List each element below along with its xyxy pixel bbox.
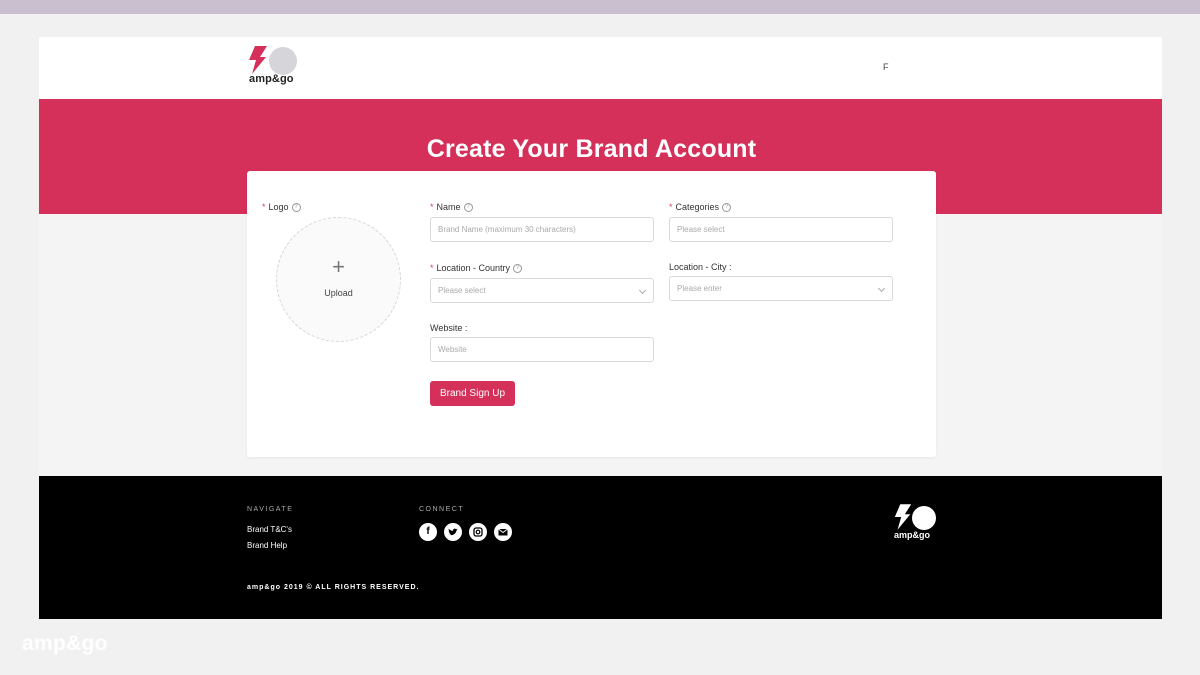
website-placeholder: Website: [438, 345, 467, 354]
country-label-text: Location - Country: [436, 263, 511, 273]
categories-select[interactable]: Please select: [669, 217, 893, 242]
required-marker: *: [430, 263, 434, 273]
brand-sign-up-button[interactable]: Brand Sign Up: [430, 381, 515, 406]
instagram-icon[interactable]: [469, 523, 487, 541]
twitter-glyph: [448, 528, 458, 536]
city-select[interactable]: Please enter: [669, 276, 893, 301]
required-marker: *: [430, 202, 434, 212]
categories-label-text: Categories: [675, 202, 720, 212]
signup-form-card: * Logo? + Upload * Name? Brand Name (maxim…: [247, 171, 936, 457]
facebook-icon[interactable]: f: [419, 523, 437, 541]
logo-label-text: Logo: [268, 202, 289, 212]
site-footer: NAVIGATE Brand T&C's Brand Help CONNECT …: [39, 476, 1162, 619]
site-header: amp&go F: [39, 37, 1162, 99]
categories-placeholder: Please select: [677, 225, 725, 234]
name-label-text: Name: [436, 202, 461, 212]
top-strip: [0, 0, 1200, 14]
email-glyph: [498, 528, 508, 536]
lightning-bolt-icon: [894, 504, 912, 530]
website-label: Website :: [430, 323, 468, 333]
logo-circle: [912, 506, 936, 530]
logo-label: * Logo?: [262, 202, 301, 213]
categories-label: * Categories?: [669, 202, 732, 213]
city-label: Location - City :: [669, 262, 732, 272]
logo-upload[interactable]: + Upload: [276, 217, 401, 342]
help-icon[interactable]: ?: [722, 203, 732, 213]
logo-circle: [269, 47, 297, 75]
country-select[interactable]: Please select: [430, 278, 654, 303]
brand-name-placeholder: Brand Name (maximum 30 characters): [438, 225, 576, 234]
brand-name-input[interactable]: Brand Name (maximum 30 characters): [430, 217, 654, 242]
help-icon[interactable]: ?: [513, 264, 523, 274]
chevron-down-icon: [877, 284, 886, 293]
page-title: Create Your Brand Account: [426, 135, 757, 163]
connect-heading: CONNECT: [419, 506, 465, 513]
required-marker: *: [669, 202, 673, 212]
chevron-down-icon: [638, 286, 647, 295]
amp-go-watermark: amp&go: [22, 632, 108, 655]
footer-logo-wordmark: amp&go: [894, 530, 930, 540]
city-placeholder: Please enter: [677, 284, 722, 293]
logo-wordmark: amp&go: [249, 73, 294, 85]
copyright: amp&go 2019 © ALL RIGHTS RESERVED.: [247, 584, 420, 591]
instagram-glyph: [473, 527, 483, 537]
required-marker: *: [262, 202, 266, 212]
website-input[interactable]: Website: [430, 337, 654, 362]
footer-link-brand-help[interactable]: Brand Help: [247, 541, 287, 550]
name-label: * Name?: [430, 202, 473, 213]
country-label: * Location - Country?: [430, 263, 523, 274]
navigate-heading: NAVIGATE: [247, 506, 294, 513]
lightning-bolt-icon: [249, 46, 267, 74]
footer-logo[interactable]: amp&go: [891, 504, 941, 542]
plus-icon: +: [332, 254, 345, 279]
brand-logo[interactable]: amp&go: [247, 46, 307, 88]
upload-label: Upload: [324, 288, 353, 298]
help-icon[interactable]: ?: [291, 203, 301, 213]
twitter-icon[interactable]: [444, 523, 462, 541]
email-icon[interactable]: [494, 523, 512, 541]
help-icon[interactable]: ?: [463, 203, 473, 213]
page: amp&go F Create Your Brand Account * Logo…: [39, 37, 1162, 619]
footer-link-brand-tc[interactable]: Brand T&C's: [247, 525, 292, 534]
header-menu-letter[interactable]: F: [883, 62, 889, 72]
country-placeholder: Please select: [438, 286, 486, 295]
